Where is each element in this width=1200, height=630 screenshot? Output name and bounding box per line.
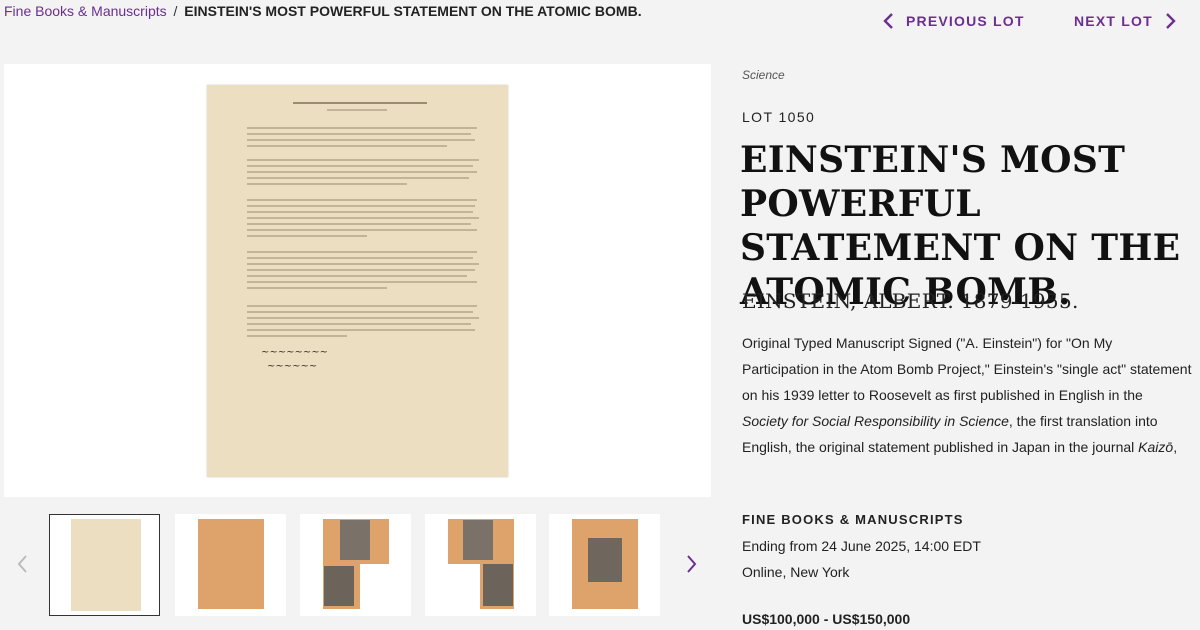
- previous-lot-label: PREVIOUS LOT: [906, 13, 1025, 29]
- lot-description: Original Typed Manuscript Signed ("A. Ei…: [742, 330, 1192, 460]
- thumbnail-1[interactable]: [49, 514, 160, 616]
- manuscript-image[interactable]: ~~~~~~~~ ~~~~~~: [207, 85, 508, 477]
- description-italic-journal: Kaizō: [1138, 439, 1174, 455]
- thumbnail-4[interactable]: [425, 514, 536, 616]
- lot-title: EINSTEIN'S MOST POWERFUL STATEMENT ON TH…: [740, 139, 1181, 313]
- sale-name[interactable]: FINE BOOKS & MANUSCRIPTS: [742, 512, 964, 527]
- estimate: US$100,000 - US$150,000: [742, 611, 911, 627]
- top-bar: Fine Books & Manuscripts / EINSTEIN'S MO…: [0, 0, 1200, 44]
- breadcrumb-current: EINSTEIN'S MOST POWERFUL STATEMENT ON TH…: [184, 3, 642, 19]
- description-italic-title: Society for Social Responsibility in Sci…: [742, 413, 1009, 429]
- breadcrumb-separator: /: [173, 3, 178, 19]
- main-image-viewer[interactable]: ~~~~~~~~ ~~~~~~: [4, 64, 711, 497]
- signature-image-second: ~~~~~~: [267, 361, 318, 372]
- thumbnail-3[interactable]: [300, 514, 411, 616]
- chevron-left-icon: [883, 13, 893, 29]
- lot-maker: EINSTEIN, ALBERT. 1879-1955.: [742, 289, 1079, 313]
- chevron-right-icon: [1165, 13, 1176, 29]
- previous-lot-button[interactable]: PREVIOUS LOT: [882, 12, 1025, 30]
- sale-date: Ending from 24 June 2025, 14:00 EDT: [742, 538, 981, 554]
- thumbnail-5[interactable]: [549, 514, 660, 616]
- breadcrumb: Fine Books & Manuscripts / EINSTEIN'S MO…: [4, 2, 642, 20]
- thumbnail-carousel: [0, 514, 720, 618]
- carousel-next-icon[interactable]: [686, 554, 698, 574]
- signature-image: ~~~~~~~~: [261, 347, 329, 358]
- sale-location: Online, New York: [742, 564, 850, 580]
- breadcrumb-link-sale[interactable]: Fine Books & Manuscripts: [4, 3, 167, 19]
- lot-number: LOT 1050: [742, 109, 816, 125]
- next-lot-button[interactable]: NEXT LOT: [1074, 12, 1177, 30]
- description-text: Original Typed Manuscript Signed ("A. Ei…: [742, 335, 1192, 403]
- next-lot-label: NEXT LOT: [1074, 13, 1153, 29]
- carousel-prev-icon: [17, 555, 27, 573]
- description-text-3: ,: [1173, 439, 1178, 455]
- thumbnail-2[interactable]: [175, 514, 286, 616]
- lot-category: Science: [742, 68, 785, 82]
